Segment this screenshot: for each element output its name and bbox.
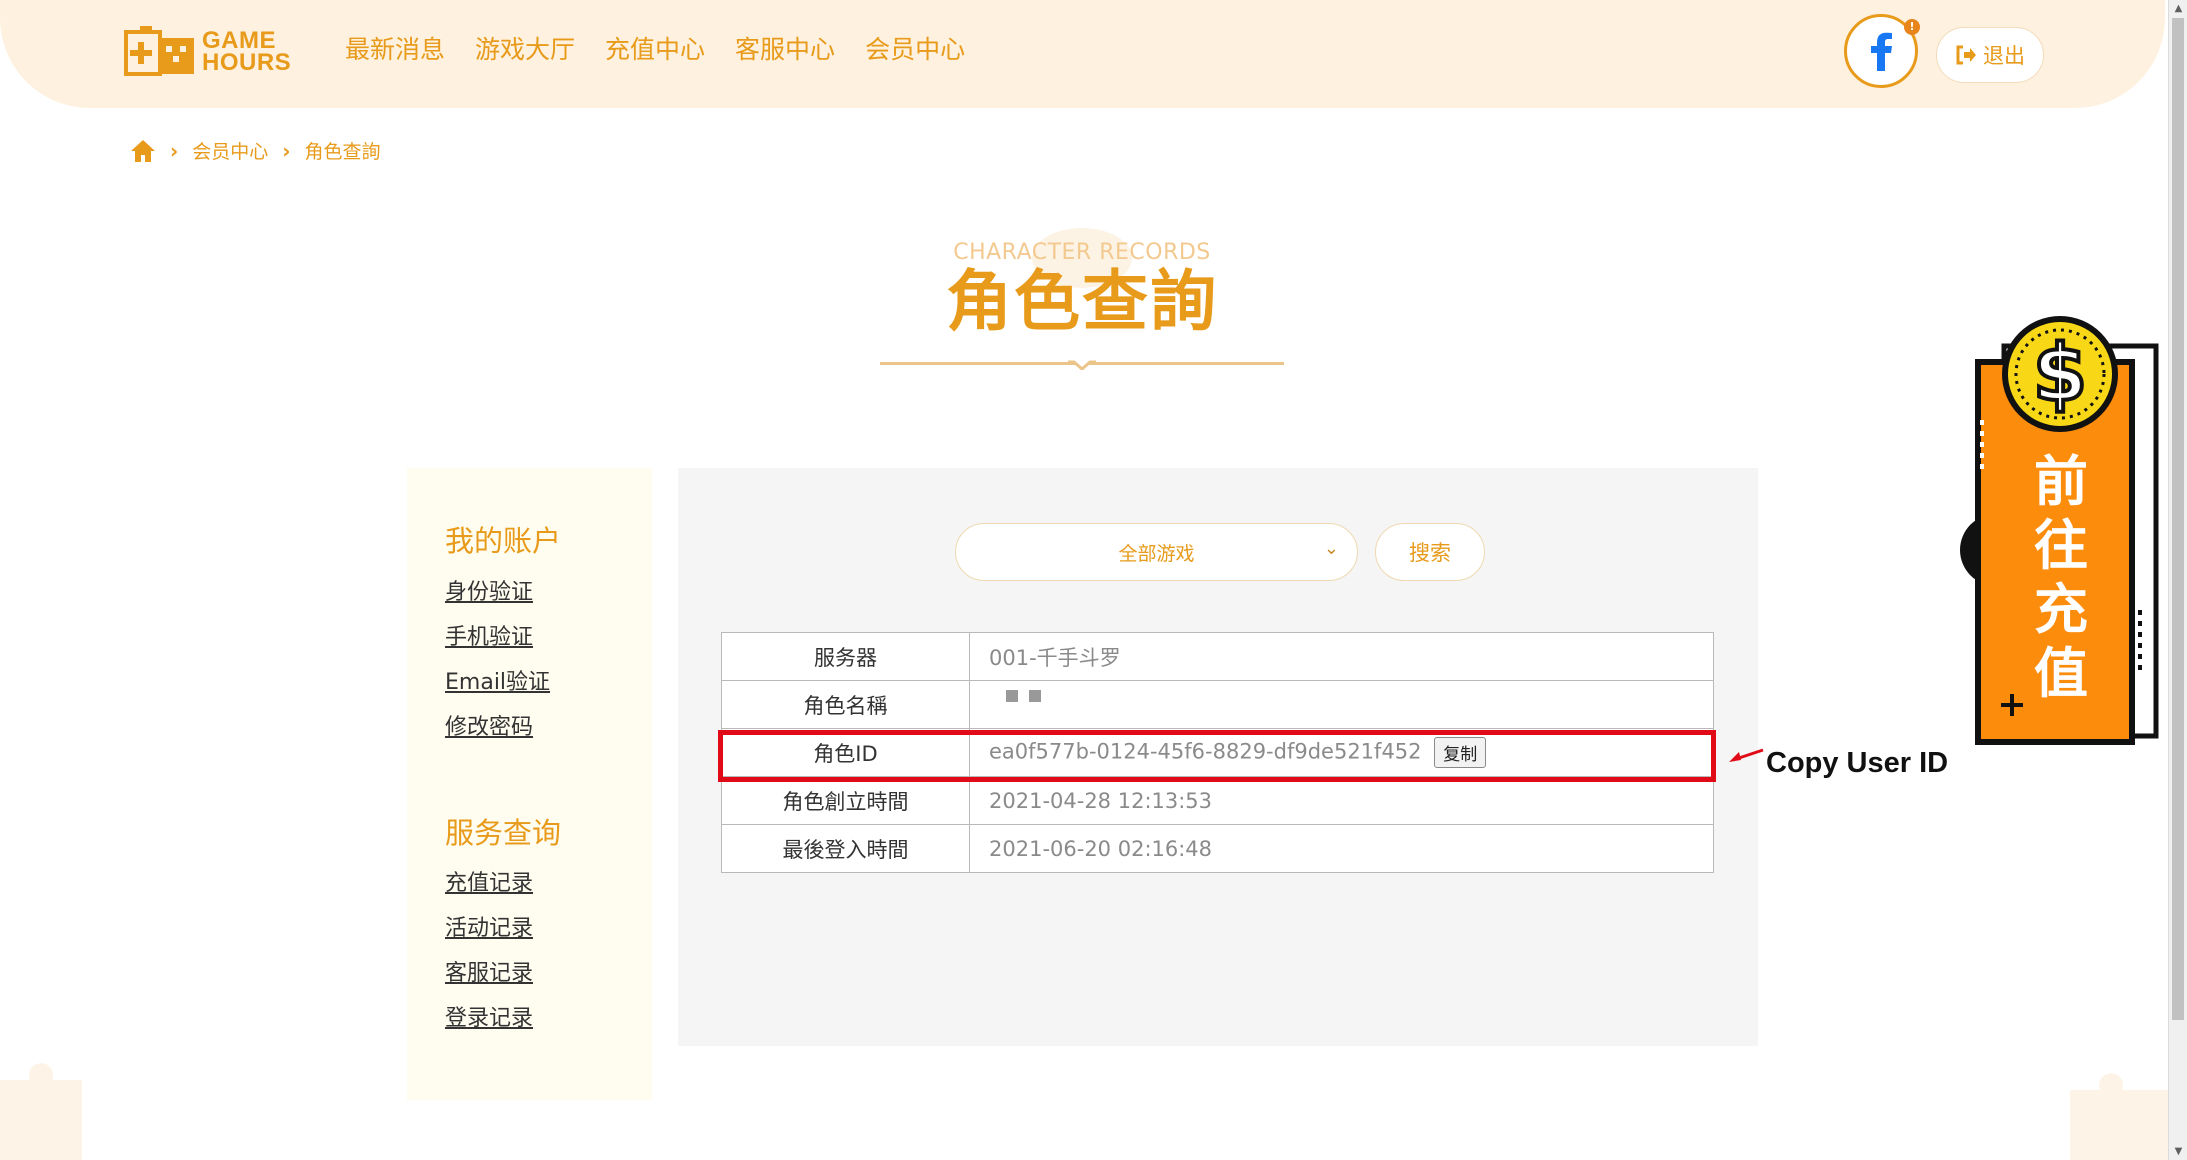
table-row: 最後登入時間 2021-06-20 02:16:48 xyxy=(721,824,1714,873)
home-icon[interactable] xyxy=(130,139,156,163)
row-value-character-name xyxy=(969,680,1714,729)
puzzle-decoration-icon xyxy=(0,1063,82,1160)
logo-icon xyxy=(124,26,194,76)
sidebar-link-password[interactable]: 修改密码 xyxy=(445,709,533,741)
logo-text-hours: HOURS xyxy=(202,49,292,76)
sidebar-link-recharge-records[interactable]: 充值记录 xyxy=(445,865,533,897)
table-row: 服务器 001-千手斗罗 xyxy=(721,632,1714,681)
table-row: 角色名稱 xyxy=(721,680,1714,729)
sidebar-heading-my-account: 我的账户 xyxy=(445,524,562,558)
arrow-left-icon xyxy=(1729,748,1764,762)
sidebar-link-phone[interactable]: 手机验证 xyxy=(445,619,533,651)
chevron-right-icon: › xyxy=(282,138,291,163)
chevron-right-icon: › xyxy=(170,138,179,163)
search-button[interactable]: 搜索 xyxy=(1375,523,1485,581)
highlight-box xyxy=(718,730,1716,782)
recharge-label: 前往充值 xyxy=(2034,450,2088,705)
scroll-thumb[interactable] xyxy=(2172,18,2184,1020)
annotation-label: Copy User ID xyxy=(1766,747,1949,779)
nav-game-hall[interactable]: 游戏大厅 xyxy=(475,30,575,66)
facebook-icon xyxy=(1871,32,1892,71)
sidebar-link-login-records[interactable]: 登录记录 xyxy=(445,1000,533,1032)
member-sidebar: 我的账户 身份验证 手机验证 Email验证 修改密码 服务查询 充值记录 活动… xyxy=(407,468,652,1100)
redacted-name xyxy=(989,689,1041,716)
chevron-down-icon: ⌄ xyxy=(1323,538,1339,559)
breadcrumb-character-query: 角色查詢 xyxy=(304,141,381,163)
page-title: 角色查詢 xyxy=(946,263,1218,340)
site-header: GAME HOURS 最新消息 游戏大厅 充值中心 客服中心 会员中心 ! 退出 xyxy=(0,0,2165,108)
row-label-created-time: 角色創立時間 xyxy=(721,776,970,825)
nav-member-center[interactable]: 会员中心 xyxy=(865,30,965,66)
sidebar-link-service-records[interactable]: 客服记录 xyxy=(445,955,533,987)
logout-label: 退出 xyxy=(1983,44,2025,68)
page-title-english: CHARACTER RECORDS xyxy=(953,240,1211,265)
game-select[interactable]: 全部游戏 ⌄ xyxy=(955,523,1358,581)
row-value-created-time: 2021-04-28 12:13:53 xyxy=(969,776,1714,825)
sidebar-link-activity-records[interactable]: 活动记录 xyxy=(445,910,533,942)
scroll-down-arrow[interactable]: ▼ xyxy=(2169,1143,2187,1160)
row-label-server: 服务器 xyxy=(721,632,970,681)
nav-customer-service[interactable]: 客服中心 xyxy=(735,30,835,66)
breadcrumb-member-center[interactable]: 会员中心 xyxy=(192,137,268,164)
row-value-server: 001-千手斗罗 xyxy=(969,632,1714,681)
game-select-value: 全部游戏 xyxy=(1118,542,1195,565)
nav-latest-news[interactable]: 最新消息 xyxy=(345,30,445,66)
sidebar-heading-service: 服务查询 xyxy=(445,816,562,850)
recharge-widget[interactable]: $ 前往充值 xyxy=(1940,310,2165,746)
row-label-character-name: 角色名稱 xyxy=(721,680,970,729)
sign-out-icon xyxy=(1956,45,1976,65)
sidebar-link-email[interactable]: Email验证 xyxy=(445,664,550,696)
page-title-block: CHARACTER RECORDS 角色查詢 xyxy=(880,228,1284,370)
svg-text:$: $ xyxy=(2033,329,2087,419)
puzzle-decoration-icon xyxy=(2070,1073,2168,1160)
breadcrumb: › 会员中心 › 角色查詢 xyxy=(130,137,381,164)
title-notch-icon xyxy=(1068,360,1096,370)
game-hours-logo[interactable]: GAME HOURS xyxy=(124,24,304,80)
page-scrollbar[interactable]: ▲ ▼ xyxy=(2168,0,2187,1160)
row-label-last-login: 最後登入時間 xyxy=(721,824,970,873)
row-value-last-login: 2021-06-20 02:16:48 xyxy=(969,824,1714,873)
nav-recharge-center[interactable]: 充值中心 xyxy=(605,30,705,66)
main-nav: 最新消息 游戏大厅 充值中心 客服中心 会员中心 xyxy=(345,30,965,66)
sidebar-link-identity[interactable]: 身份验证 xyxy=(445,574,533,606)
table-row: 角色創立時間 2021-04-28 12:13:53 xyxy=(721,776,1714,825)
notification-badge: ! xyxy=(1904,19,1920,35)
logout-button[interactable]: 退出 xyxy=(1936,27,2044,83)
scroll-up-arrow[interactable]: ▲ xyxy=(2169,0,2187,17)
